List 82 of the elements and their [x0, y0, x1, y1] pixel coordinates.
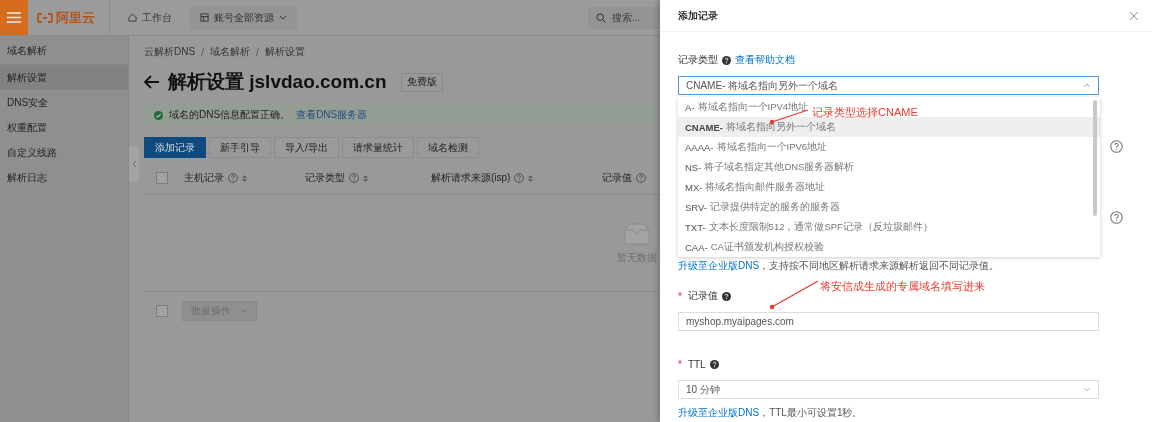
breadcrumb-separator: / — [201, 46, 204, 58]
caret-up-icon — [1083, 83, 1091, 88]
upgrade-note: 升级至企业版DNS，支持按不同地区解析请求来源解析返回不同记录值。 — [678, 259, 1001, 273]
search-field[interactable]: 搜索... — [588, 6, 660, 29]
dropdown-option[interactable]: CAA- CA证书颁发机构授权校验 — [678, 237, 828, 257]
help-icon — [228, 173, 238, 183]
annotation-text: 将安信成生成的专属域名填写进来 — [820, 279, 985, 294]
nav-link[interactable]: 工作台 — [118, 5, 182, 30]
drawer-title: 添加记录 — [678, 8, 718, 23]
dropdown-option[interactable]: AAAA- 将域名指向一个IPV6地址 — [678, 137, 832, 157]
collapse-handle[interactable] — [129, 146, 139, 182]
field-label: 记录类型 — [678, 53, 718, 67]
help-icon — [722, 55, 731, 65]
annotation-arrow — [769, 280, 819, 310]
resource-dropdown[interactable]: 账号全部资源 — [190, 5, 297, 30]
sort-icon[interactable] — [528, 173, 534, 183]
menu-icon — [7, 12, 21, 23]
ttl-note: 升级至企业版DNS，TTL最小可设置1秒。 — [678, 406, 864, 420]
check-circle-icon — [154, 110, 163, 120]
sidebar-item[interactable]: 自定义线路 — [0, 140, 128, 165]
scrollbar[interactable] — [1093, 100, 1097, 216]
required-mark: * — [678, 358, 682, 370]
dropdown-option[interactable]: SRV- 记录提供特定的服务的服务器 — [678, 197, 844, 217]
help-icon — [1110, 140, 1123, 153]
column-header: 主机记录 — [184, 171, 224, 185]
edition-badge: 免费版 — [400, 72, 443, 92]
sort-icon[interactable] — [363, 173, 368, 183]
help-icon — [721, 291, 731, 301]
toolbar-button[interactable]: 导入/导出 — [274, 137, 339, 158]
sidebar-item[interactable]: 解析设置 — [0, 65, 128, 90]
alert-text: 域名的DNS信息配置正确。 — [169, 108, 291, 122]
required-mark: * — [678, 290, 682, 302]
record-value-input[interactable]: myshop.myaipages.com — [678, 312, 1099, 331]
field-label: TTL — [687, 358, 706, 370]
help-icon — [709, 359, 719, 369]
search-icon — [596, 12, 606, 23]
dropdown-option[interactable]: CNAME- 将域名指向另外一个域名 — [678, 117, 1100, 137]
breadcrumb-item[interactable]: 域名解析 — [209, 45, 250, 59]
breadcrumb-item[interactable]: 云解析DNS — [144, 45, 196, 59]
toolbar-button[interactable]: 新手引导 — [209, 137, 271, 158]
field-label: 记录值 — [687, 289, 718, 303]
dropdown-option[interactable]: A- 将域名指向一个IPV4地址 — [678, 97, 813, 117]
logo-icon — [37, 12, 53, 23]
home-icon — [128, 13, 137, 22]
sidebar-item[interactable]: DNS安全 — [0, 90, 128, 115]
help-icon — [349, 173, 359, 183]
sidebar-item[interactable]: 解析日志 — [0, 165, 128, 190]
sidebar-item[interactable]: 权重配置 — [0, 115, 128, 140]
help-icon — [636, 173, 646, 183]
close-icon[interactable] — [1130, 11, 1138, 20]
record-type-select[interactable]: CNAME- 将域名指向另外一个域名 — [678, 76, 1099, 95]
help-doc-link[interactable]: 查看帮助文档 — [735, 53, 795, 67]
breadcrumb-item: 解析设置 — [264, 45, 305, 59]
batch-checkbox[interactable] — [156, 305, 168, 317]
dropdown-option[interactable]: MX- 将域名指向邮件服务器地址 — [678, 177, 830, 197]
back-arrow-icon[interactable] — [144, 75, 160, 89]
chevron-left-icon — [131, 160, 137, 168]
column-header: 记录值 — [602, 171, 632, 185]
page-title: 解析设置 jslvdao.com.cn — [168, 70, 387, 94]
select-all-checkbox[interactable] — [156, 172, 168, 184]
dropdown-option[interactable]: NS- 将子域名指定其他DNS服务器解析 — [678, 157, 859, 177]
column-header: 记录类型 — [305, 171, 345, 185]
column-header: 解析请求来源(isp) — [431, 171, 511, 185]
dns-server-link[interactable]: 查看DNS服务器 — [296, 108, 368, 122]
help-icon — [1110, 211, 1123, 224]
toolbar-button[interactable]: 请求量统计 — [341, 137, 414, 158]
dropdown-option[interactable]: TXT- 文本长度限制512，通常做SPF记录（反垃圾邮件） — [678, 217, 937, 237]
grid-icon — [200, 13, 209, 22]
sort-icon[interactable] — [242, 173, 247, 183]
empty-box-icon — [621, 222, 653, 246]
menu-button[interactable] — [0, 0, 28, 35]
upgrade-link[interactable]: 升级至企业版DNS — [678, 260, 760, 271]
upgrade-link[interactable]: 升级至企业版DNS — [678, 407, 760, 418]
ttl-select[interactable]: 10 分钟 — [678, 380, 1099, 399]
caret-icon — [279, 15, 287, 20]
toolbar-button[interactable]: 域名检测 — [416, 137, 479, 158]
caret-down-icon — [1083, 387, 1091, 392]
annotation-text: 记录类型选择CNAME — [812, 105, 918, 120]
logo-text: 阿里云 — [56, 8, 95, 27]
help-icon — [514, 173, 525, 183]
breadcrumb-separator: / — [255, 46, 259, 58]
toolbar-button[interactable]: 添加记录 — [144, 137, 206, 158]
